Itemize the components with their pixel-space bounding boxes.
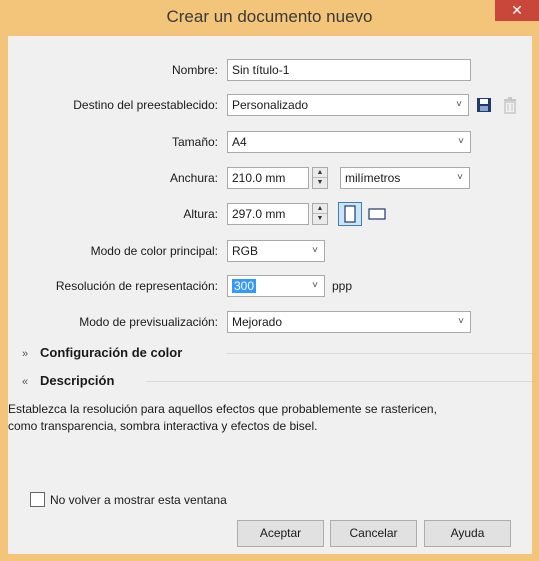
dont-show-label: No volver a mostrar esta ventana [50, 493, 227, 507]
color-config-heading: Configuración de color [40, 345, 183, 360]
chevron-down-icon: ˅ [456, 99, 462, 110]
preview-value: Mejorado [232, 315, 283, 329]
stepper-up-icon[interactable]: ▲ [313, 204, 327, 214]
resolution-value: 300 [232, 279, 257, 293]
preset-select[interactable]: Personalizado ˅ [227, 94, 469, 116]
resolution-unit: ppp [332, 279, 353, 293]
description-heading: Descripción [40, 373, 115, 388]
description-line-1: Establezca la resolución para aquellos e… [8, 402, 437, 416]
title-bar[interactable]: Crear un documento nuevo ✕ [0, 0, 539, 36]
chevron-down-icon: ˅ [458, 136, 464, 147]
stepper-down-icon[interactable]: ▼ [313, 178, 327, 188]
size-value: A4 [232, 135, 247, 149]
checkbox-box[interactable] [30, 492, 45, 507]
size-label: Tamaño: [171, 135, 218, 149]
height-input[interactable]: 297.0 mm [227, 203, 309, 225]
close-button[interactable]: ✕ [495, 0, 539, 21]
preview-select[interactable]: Mejorado ˅ [227, 311, 471, 333]
dialog-window: Crear un documento nuevo ✕ Nombre: Sin t… [0, 0, 539, 561]
help-button[interactable]: Ayuda [424, 520, 511, 547]
name-label: Nombre: [171, 63, 218, 77]
width-input[interactable]: 210.0 mm [227, 167, 309, 189]
chevron-down-icon: ˅ [457, 172, 463, 183]
width-stepper[interactable]: ▲ ▼ [312, 167, 328, 189]
portrait-orientation-button[interactable] [338, 202, 362, 226]
dialog-body: Nombre: Sin título-1 Destino del preesta… [8, 36, 532, 554]
size-select[interactable]: A4 ˅ [227, 131, 471, 153]
chevron-down-icon: ˅ [312, 245, 318, 256]
trash-icon [504, 97, 516, 114]
width-label: Anchura: [169, 171, 218, 185]
color-mode-select[interactable]: RGB ˅ [227, 240, 325, 262]
description-text: Establezca la resolución para aquellos e… [8, 401, 536, 435]
collapse-chevron-icon: « [22, 376, 29, 388]
dialog-title: Crear un documento nuevo [166, 7, 373, 26]
resolution-label: Resolución de representación: [55, 279, 218, 293]
delete-preset-button[interactable] [499, 94, 521, 116]
resolution-select[interactable]: 300 ˅ [227, 275, 325, 297]
preset-value: Personalizado [232, 98, 309, 112]
stepper-up-icon[interactable]: ▲ [313, 168, 327, 178]
floppy-disk-icon [477, 98, 491, 112]
preset-label: Destino del preestablecido: [73, 98, 218, 112]
cancel-button[interactable]: Cancelar [330, 520, 417, 547]
chevron-down-icon: ˅ [458, 316, 464, 327]
description-line-2: como transparencia, sombra interactiva y… [8, 419, 318, 433]
divider [146, 381, 532, 382]
name-input[interactable]: Sin título-1 [227, 59, 471, 81]
divider [226, 353, 532, 354]
chevron-down-icon: ˅ [312, 280, 318, 291]
color-config-toggle[interactable]: » Configuración de color [22, 343, 182, 363]
landscape-page-icon [368, 208, 386, 220]
preview-label: Modo de previsualización: [79, 315, 218, 329]
color-mode-label: Modo de color principal: [90, 244, 218, 258]
portrait-page-icon [344, 205, 356, 223]
color-mode-value: RGB [232, 244, 259, 258]
height-label: Altura: [183, 207, 218, 221]
units-select[interactable]: milímetros ˅ [340, 167, 470, 189]
stepper-down-icon[interactable]: ▼ [313, 214, 327, 224]
save-preset-button[interactable] [473, 94, 495, 116]
units-value: milímetros [345, 171, 401, 185]
height-stepper[interactable]: ▲ ▼ [312, 203, 328, 225]
description-toggle[interactable]: « Descripción [22, 371, 114, 391]
ok-button[interactable]: Aceptar [237, 520, 324, 547]
landscape-orientation-button[interactable] [365, 202, 389, 226]
expand-chevron-icon: » [22, 348, 29, 360]
